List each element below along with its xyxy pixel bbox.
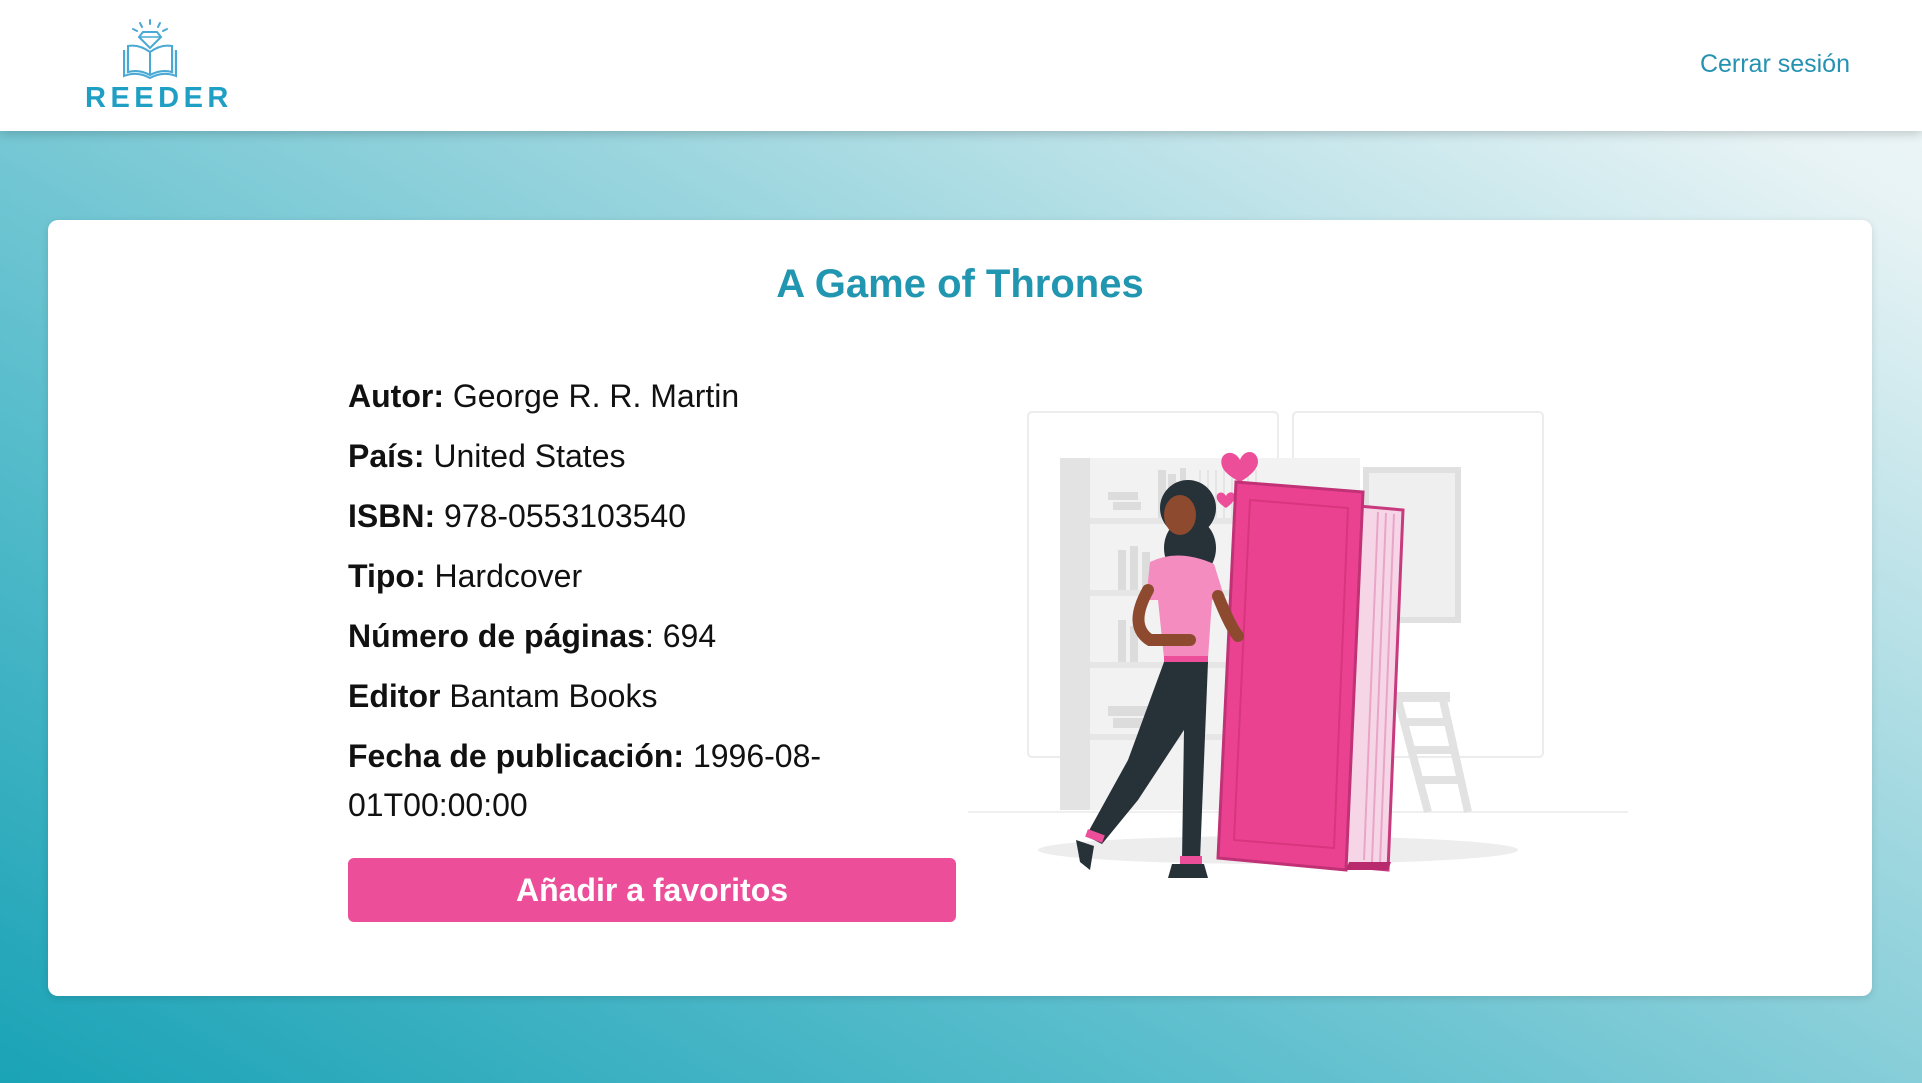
brand-logo[interactable]: REEDER <box>80 18 228 118</box>
country-value: United States <box>433 438 626 474</box>
type-label: Tipo: <box>348 558 426 594</box>
publication-date-row: Fecha de publicación: 1996-08-01T00:00:0… <box>348 732 868 830</box>
author-label: Autor: <box>348 378 444 414</box>
add-to-favorites-button[interactable]: Añadir a favoritos <box>348 858 956 922</box>
publisher-label: Editor <box>348 678 441 714</box>
type-value: Hardcover <box>434 558 583 594</box>
pages-value: : 694 <box>644 618 717 654</box>
isbn-value: 978-0553103540 <box>444 498 687 534</box>
pages-row: Número de páginas: 694 <box>348 612 868 661</box>
book-card: A Game of Thrones Autor: George R. R. Ma… <box>48 220 1872 996</box>
publisher-row: Editor Bantam Books <box>348 672 868 721</box>
country-label: País: <box>348 438 425 474</box>
author-value: George R. R. Martin <box>452 378 740 414</box>
type-row: Tipo: Hardcover <box>348 552 868 601</box>
book-title: A Game of Thrones <box>776 262 1144 306</box>
author-row: Autor: George R. R. Martin <box>348 372 868 421</box>
publication-date-label: Fecha de publicación: <box>348 738 685 774</box>
book-details: Autor: George R. R. Martin País: United … <box>348 372 868 841</box>
publisher-value: Bantam Books <box>449 678 658 714</box>
pages-label: Número de páginas <box>348 618 645 654</box>
country-row: País: United States <box>348 432 868 481</box>
isbn-label: ISBN: <box>348 498 436 534</box>
open-book-diamond-icon <box>123 19 177 80</box>
logout-link[interactable]: Cerrar sesión <box>1700 50 1850 79</box>
woman-with-giant-book-illustration <box>968 411 1628 878</box>
logo-text: REEDER <box>85 82 233 114</box>
navbar: REEDER Cerrar sesión <box>0 0 1922 131</box>
isbn-row: ISBN: 978-0553103540 <box>348 492 868 541</box>
